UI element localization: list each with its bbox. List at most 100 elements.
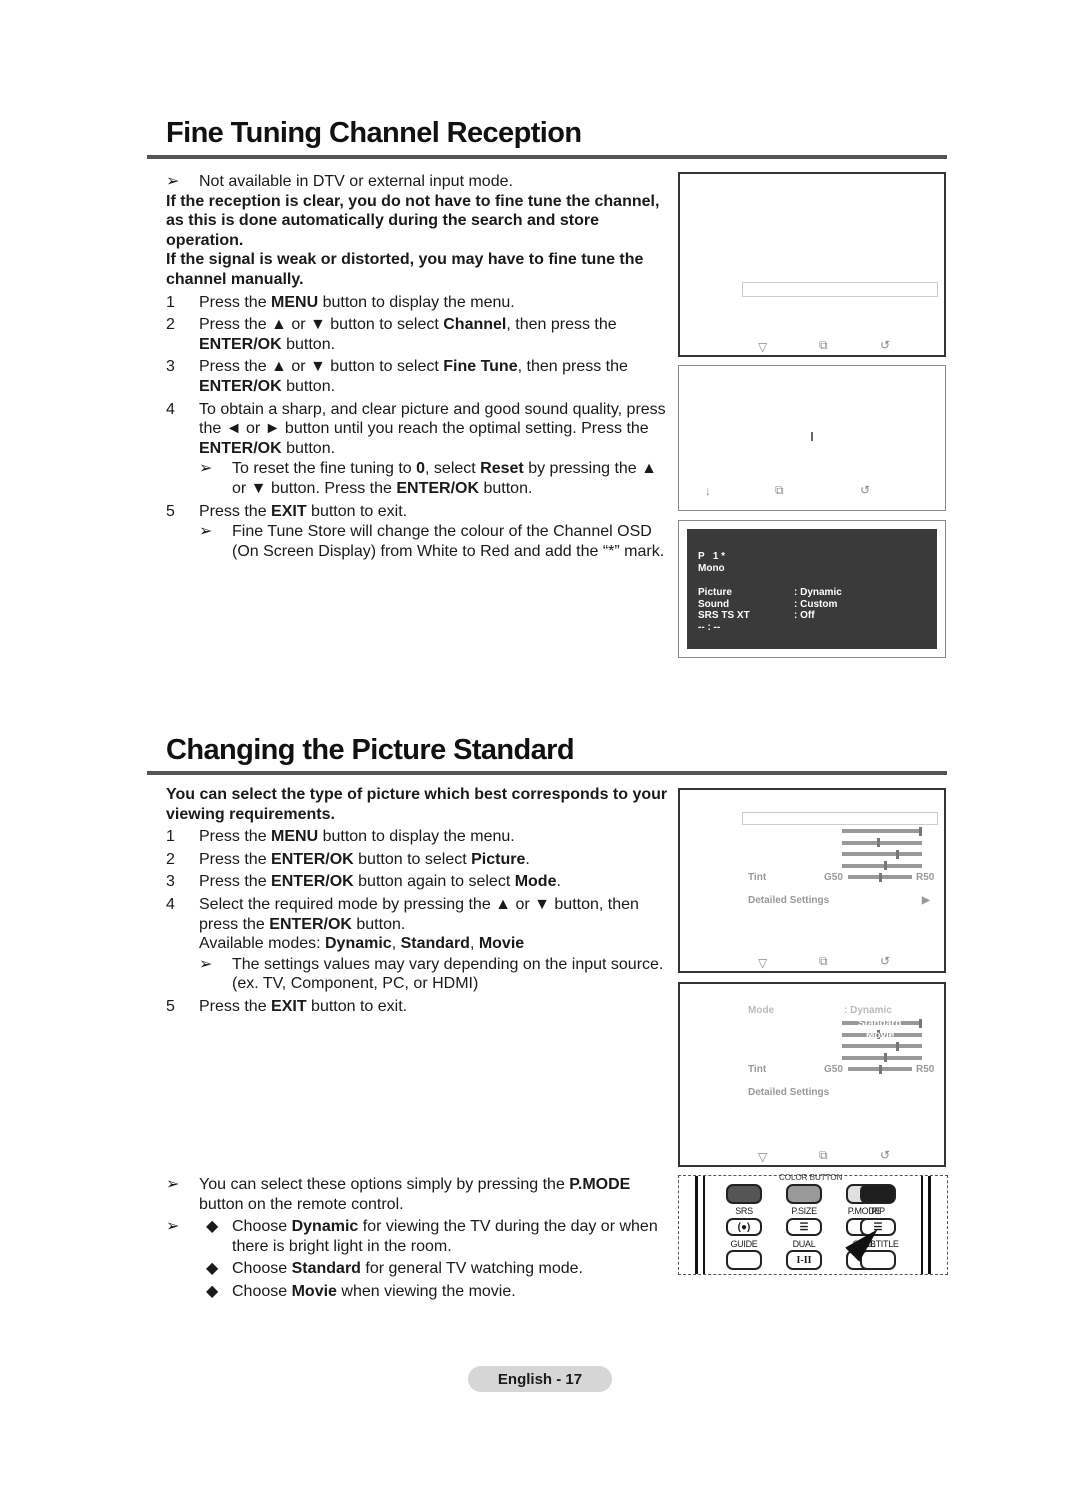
bold-term: Movie (291, 1282, 337, 1300)
text-run: To reset the fine tuning to (232, 460, 417, 478)
channel-osd: P 1 * Mono Picture: Dynamic Sound: Custo… (687, 529, 937, 649)
detailed-settings[interactable]: Detailed Settings (748, 895, 829, 906)
slider-knob[interactable] (919, 1018, 922, 1028)
section1-text: ➢ Not available in DTV or external input … (166, 169, 668, 561)
text-run: . (556, 873, 561, 891)
slider-knob[interactable] (876, 838, 880, 847)
setting-slider[interactable] (842, 1053, 922, 1062)
bold-term: MENU (271, 828, 319, 846)
remote-button-srs[interactable]: (●) (726, 1218, 762, 1236)
bold-term: Fine Tune (443, 358, 518, 376)
detailed-settings[interactable]: Detailed Settings (748, 1087, 829, 1098)
osd-sound-mode: Mono (698, 562, 725, 574)
step-item: 4 Select the required mode by pressing th… (166, 895, 668, 934)
slider-knob[interactable] (884, 1053, 888, 1062)
text-run: , then press the (517, 358, 628, 376)
fine-tune-indicator (811, 432, 813, 441)
remote-edge-left (695, 1176, 705, 1274)
remote-edge-right (921, 1176, 931, 1274)
text-run: , then press the (506, 316, 617, 334)
selected-row-highlight (742, 282, 938, 297)
slider-knob[interactable] (884, 861, 888, 870)
bold-term: ENTER/OK (199, 377, 282, 395)
tint-slider[interactable] (848, 872, 912, 882)
enter-icon: ⧉ (819, 1148, 828, 1162)
bold-term: Dynamic (325, 935, 392, 953)
remote-button-p-size[interactable]: ☰ (786, 1218, 822, 1236)
remote-button-dual[interactable]: I-II (786, 1250, 822, 1270)
text-run: Available modes: (199, 935, 325, 953)
slider-knob[interactable] (919, 826, 922, 836)
step-number: 3 (166, 358, 175, 376)
mode-option-standard[interactable]: Standard (858, 1018, 901, 1029)
mode-option-movie[interactable]: Movie (866, 1030, 894, 1041)
section2-title: Changing the Picture Standard (166, 734, 575, 766)
remote-button-guide[interactable] (726, 1250, 762, 1270)
step-number: 1 (166, 293, 175, 311)
step-item: 2 Press the ▲ or ▼ button to select Chann… (166, 315, 668, 354)
bold-term: Standard (400, 935, 470, 953)
text-run: button. (281, 377, 336, 395)
arrow-bullet-icon: ➢ (199, 460, 213, 478)
section2-text: You can select the type of picture which… (166, 785, 668, 1017)
text-run: Press the (199, 997, 272, 1015)
step-item: 1 Press the MENU button to display the me… (166, 293, 668, 313)
tint-slider[interactable] (848, 1064, 912, 1074)
osd-value: : Dynamic (794, 587, 842, 598)
step-number: 4 (166, 895, 175, 913)
setting-slider[interactable] (842, 838, 922, 847)
return-icon: ↺ (880, 1148, 891, 1162)
bold-term: 0 (416, 460, 426, 478)
text-run: If the signal is weak or distorted, you … (166, 251, 644, 288)
remote-label: DUAL (792, 1239, 816, 1249)
text-run: Choose (232, 1218, 292, 1236)
setting-slider[interactable] (842, 826, 922, 836)
bold-term: P.MODE (569, 1176, 631, 1193)
color-button[interactable] (726, 1184, 762, 1204)
text-run: Fine Tune Store will change the colour o… (232, 523, 665, 560)
bold-term: Movie (478, 935, 525, 953)
arrow-bullet-icon: ➢ (166, 1218, 180, 1236)
mode-value[interactable]: : Dynamic (844, 1005, 892, 1016)
boldp-paragraph: You can select the type of picture which… (166, 785, 668, 824)
osd-channel: P 1 * (698, 551, 726, 562)
setting-slider[interactable] (842, 849, 922, 859)
diamond-paragraph: ➢ ◆ Choose Dynamic for viewing the TV duri… (166, 1217, 668, 1256)
step-number: 4 (166, 400, 175, 418)
step-item: 3 Press the ENTER/OK button again to sele… (166, 872, 668, 892)
setting-slider[interactable] (842, 861, 922, 870)
bold-term: EXIT (271, 502, 307, 520)
mode-label: Mode (748, 1005, 775, 1016)
text-run: Not available in DTV or external input m… (199, 173, 513, 190)
diamond-paragraph: ◆ Choose Standard for general TV watching… (166, 1259, 668, 1279)
slider-knob[interactable] (878, 1064, 882, 1074)
remote-label: SRS (735, 1206, 753, 1216)
section2-rule (147, 771, 947, 775)
subnote-paragraph: ➢ To reset the fine tuning to 0, select R… (166, 459, 668, 498)
picture-mode-screen: Mode : Dynamic Standard Movie Tint G50 R… (678, 982, 946, 1167)
text-run: You can select the type of picture which… (166, 786, 668, 823)
osd-value: : Custom (794, 598, 838, 610)
text-run: button on the remote control. (199, 1195, 404, 1213)
step-number: 5 (166, 502, 175, 520)
slider-knob[interactable] (895, 849, 899, 859)
text-run: button. (281, 439, 336, 457)
bold-term: ENTER/OK (271, 850, 354, 868)
color-button[interactable] (860, 1184, 896, 1204)
text-run: Press the (199, 828, 272, 846)
enter-icon: ⧉ (775, 483, 784, 497)
text-run: Press the ▲ or ▼ button to select (199, 358, 444, 376)
step-item: 5 Press the EXIT button to exit. (166, 502, 668, 522)
text-run: The settings values may vary depending o… (232, 955, 664, 993)
remote-label: PIP (871, 1206, 885, 1216)
tint-left: G50 (824, 872, 843, 883)
slider-knob[interactable] (895, 1041, 899, 1051)
text-run: button to exit. (306, 997, 408, 1015)
color-button[interactable] (786, 1184, 822, 1204)
slider-knob[interactable] (878, 872, 882, 882)
bold-term: Channel (443, 316, 507, 334)
setting-slider[interactable] (842, 1041, 922, 1051)
bold-term: EXIT (271, 997, 307, 1015)
subnote-paragraph: ➢ The settings values may vary depending … (166, 955, 668, 994)
step-number: 3 (166, 873, 175, 891)
